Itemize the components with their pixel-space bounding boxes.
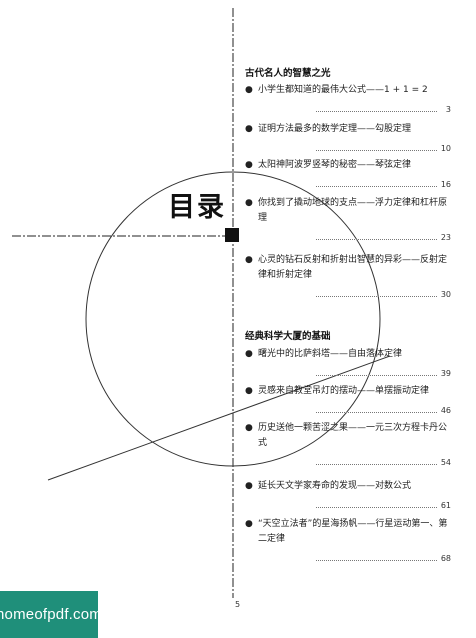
leader-line: 16 <box>256 177 451 192</box>
entry-title: 你找到了撬动地球的支点——浮力定律和杠杆原理 <box>258 198 448 223</box>
leader-line: 23 <box>256 230 451 245</box>
leader-line: 10 <box>256 141 451 156</box>
bullet-icon: ● <box>245 349 253 359</box>
leader-line: 39 <box>256 366 451 381</box>
bullet-icon: ● <box>245 160 253 170</box>
toc-entry[interactable]: ● “天空立法者”的星海扬帆——行星运动第一、第二定律 68 <box>245 517 451 566</box>
dot-leader <box>316 463 437 465</box>
bullet-icon: ● <box>245 124 253 134</box>
entry-title: 曙光中的比萨斜塔——自由落体定律 <box>258 349 403 359</box>
dot-leader <box>316 238 437 240</box>
toc-entry[interactable]: ● 历史送他一颗苦涩之果——一元三次方程卡丹公式 54 <box>245 421 451 470</box>
black-square <box>225 228 239 242</box>
toc-entry[interactable]: ● 灵感来自教堂吊灯的摆动——单摆振动定律 46 <box>245 384 451 418</box>
entry-title: 太阳神阿波罗竖琴的秘密——琴弦定律 <box>258 160 412 170</box>
entry-title: 小学生都知道的最伟大公式——1 + 1 = 2 <box>258 85 428 95</box>
entry-title: 灵感来自教堂吊灯的摆动——单摆振动定律 <box>258 386 430 396</box>
page-number: 23 <box>440 233 451 242</box>
dot-leader <box>316 295 437 297</box>
page-number: 16 <box>440 180 451 189</box>
section-heading: 经典科学大厦的基础 <box>245 331 331 342</box>
toc-entry[interactable]: ● 证明方法最多的数学定理——勾股定理 10 <box>245 122 451 156</box>
dot-leader <box>316 374 437 376</box>
bullet-icon: ● <box>245 423 253 433</box>
toc-entry[interactable]: ● 小学生都知道的最伟大公式——1 + 1 = 2 3 <box>245 83 451 117</box>
dot-leader <box>316 506 437 508</box>
bullet-icon: ● <box>245 198 253 208</box>
entry-title: 证明方法最多的数学定理——勾股定理 <box>258 124 412 134</box>
leader-line: 3 <box>256 102 451 117</box>
page-number: 30 <box>440 290 451 299</box>
dot-leader <box>316 559 437 561</box>
page-number: 3 <box>445 105 451 114</box>
page-number: 54 <box>440 458 451 467</box>
bullet-icon: ● <box>245 519 253 529</box>
entry-title: “天空立法者”的星海扬帆——行星运动第一、第二定律 <box>258 519 448 544</box>
page-folio: 5 <box>235 600 241 609</box>
bullet-icon: ● <box>245 386 253 396</box>
bullet-icon: ● <box>245 85 253 95</box>
bullet-icon: ● <box>245 481 253 491</box>
watermark-badge: homeofpdf.com <box>0 591 102 638</box>
leader-line: 61 <box>256 498 451 513</box>
toc-entry[interactable]: ● 太阳神阿波罗竖琴的秘密——琴弦定律 16 <box>245 158 451 192</box>
toc-entry[interactable]: ● 你找到了撬动地球的支点——浮力定律和杠杆原理 23 <box>245 196 451 245</box>
toc-entry[interactable]: ● 延长天文学家寿命的发现——对数公式 61 <box>245 479 451 513</box>
toc-entry[interactable]: ● 心灵的钻石反射和折射出智慧的异彩——反射定律和折射定律 30 <box>245 253 451 302</box>
section-heading: 古代名人的智慧之光 <box>245 68 331 79</box>
leader-line: 68 <box>256 551 451 566</box>
entry-title: 延长天文学家寿命的发现——对数公式 <box>258 481 412 491</box>
toc-title: 目录 <box>168 192 226 223</box>
bullet-icon: ● <box>245 255 253 265</box>
leader-line: 46 <box>256 403 451 418</box>
dot-leader <box>316 149 437 151</box>
page-number: 10 <box>440 144 451 153</box>
page-number: 68 <box>440 554 451 563</box>
dot-leader <box>316 185 437 187</box>
entry-title: 历史送他一颗苦涩之果——一元三次方程卡丹公式 <box>258 423 448 448</box>
leader-line: 54 <box>256 455 451 470</box>
page-number: 39 <box>440 369 451 378</box>
entry-title: 心灵的钻石反射和折射出智慧的异彩——反射定律和折射定律 <box>258 255 448 280</box>
dot-leader <box>316 411 437 413</box>
page-number: 61 <box>440 501 451 510</box>
dot-leader <box>316 110 437 112</box>
leader-line: 30 <box>256 287 451 302</box>
toc-entry[interactable]: ● 曙光中的比萨斜塔——自由落体定律 39 <box>245 347 451 381</box>
page-number: 46 <box>440 406 451 415</box>
